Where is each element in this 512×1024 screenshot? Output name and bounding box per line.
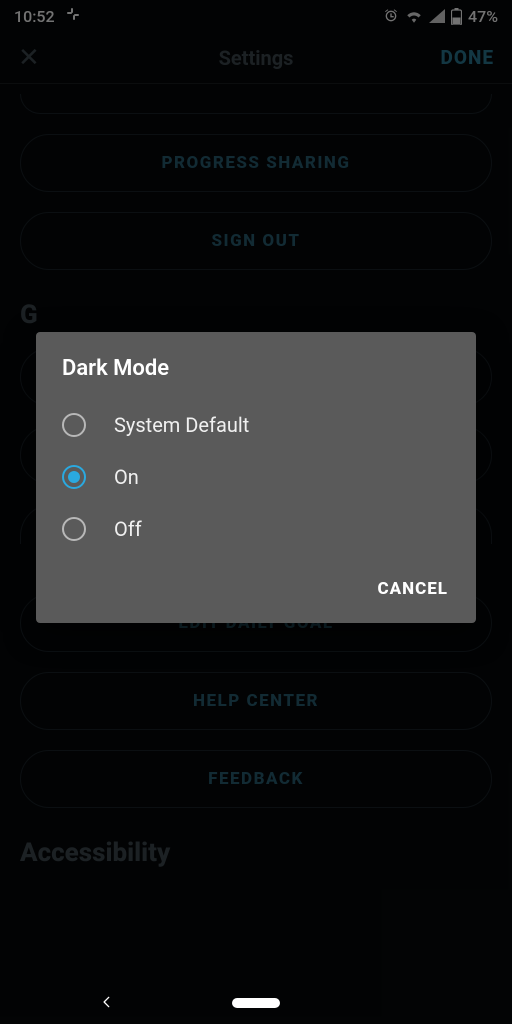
dark-mode-dialog: Dark Mode System Default On Off CANCEL xyxy=(36,332,476,623)
radio-icon xyxy=(62,517,86,541)
radio-option-system-default[interactable]: System Default xyxy=(36,399,476,451)
radio-icon-selected xyxy=(62,465,86,489)
home-pill[interactable] xyxy=(232,998,280,1008)
radio-icon xyxy=(62,413,86,437)
radio-option-off[interactable]: Off xyxy=(36,503,476,555)
back-icon[interactable] xyxy=(100,994,114,1013)
radio-option-on[interactable]: On xyxy=(36,451,476,503)
system-nav-bar xyxy=(0,982,512,1024)
dialog-title: Dark Mode xyxy=(36,356,476,399)
radio-label: On xyxy=(114,465,139,489)
cancel-button[interactable]: CANCEL xyxy=(370,573,457,605)
radio-label: System Default xyxy=(114,413,249,437)
radio-label: Off xyxy=(114,517,142,541)
dialog-actions: CANCEL xyxy=(36,555,476,613)
